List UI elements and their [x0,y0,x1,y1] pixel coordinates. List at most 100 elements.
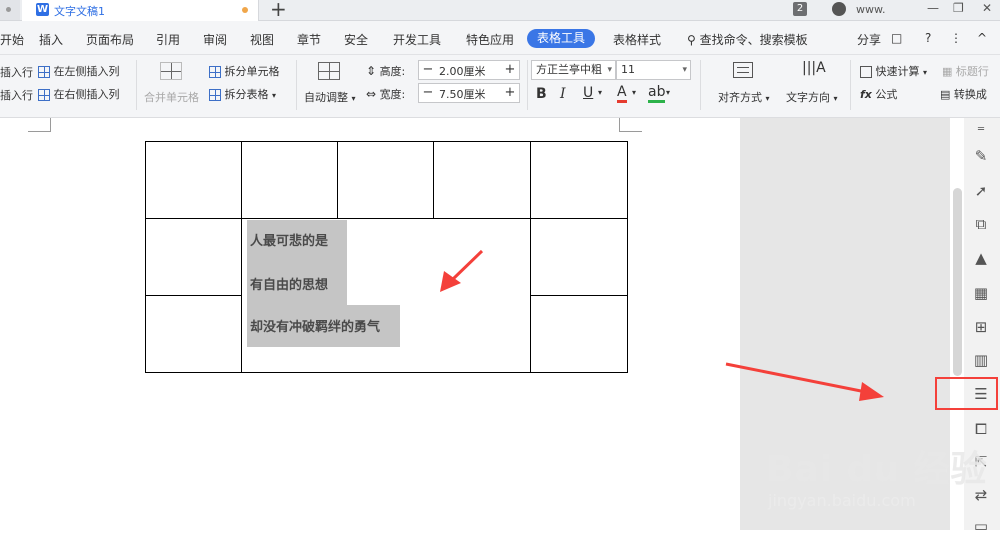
table-cell[interactable] [145,141,242,219]
height-stepper[interactable]: − 2.00厘米 + [418,60,520,80]
table-icon[interactable]: ▦ [971,283,991,303]
height-icon: ⇕ [366,64,377,78]
watermark-logo: Bai du 经验 [766,449,988,490]
table-cell[interactable] [241,141,338,219]
font-size-select[interactable]: 11 ▾ [616,60,691,80]
split-table-button[interactable]: 拆分表格 ▾ [209,86,276,102]
text-line[interactable]: 却没有冲破羁绊的勇气 [250,316,380,335]
restore-icon[interactable]: ❐ [953,1,964,15]
title-row-button[interactable]: ▦ 标题行 [942,63,989,79]
command-search[interactable]: ⚲ 查找命令、搜索模板 [687,31,808,48]
text-direction-icon: |||A [802,60,826,76]
panel-handle-icon[interactable]: ═ [971,120,991,140]
table-fit-icon [318,62,340,80]
shapes-icon[interactable]: ⧉ [971,214,991,234]
help-icon[interactable]: ? [925,31,931,45]
height-value[interactable]: 2.00厘米 [439,63,486,79]
chevron-down-icon[interactable]: ▾ [632,88,636,97]
insert-row-below-button[interactable]: 插入行 [0,87,33,103]
font-color-button[interactable]: A [617,85,627,103]
split-cells-icon [209,66,221,78]
home-tab[interactable] [0,0,20,20]
merge-cells-button[interactable]: 合并单元格 [144,89,199,105]
highlight-button[interactable]: ab [648,85,666,103]
grid-apps-icon[interactable]: ⊞ [971,317,991,337]
insert-row-above-button[interactable]: 插入行 [0,64,33,80]
table-cell[interactable] [145,218,242,296]
menu-table-tools[interactable]: 表格工具 [527,29,595,48]
chevron-down-icon[interactable]: ▾ [666,88,670,97]
menu-security[interactable]: 安全 [344,31,368,48]
height-label-text: 高度: [379,65,406,78]
table-cell[interactable] [433,141,531,219]
width-decrease-button[interactable]: − [419,84,437,102]
menu-references[interactable]: 引用 [156,31,180,48]
minimize-icon[interactable]: — [927,1,939,15]
table-cell[interactable] [530,141,628,219]
table-cell[interactable] [337,141,434,219]
underline-button[interactable]: U [583,85,593,101]
convert-button[interactable]: ▤ 转换成 [940,86,987,102]
menu-special[interactable]: 特色应用 [466,31,514,48]
font-size-value: 11 [621,63,635,76]
menu-page-layout[interactable]: 页面布局 [86,31,134,48]
width-increase-button[interactable]: + [501,84,519,102]
table-cell[interactable] [530,218,628,296]
chart-icon[interactable]: ▥ [971,350,991,370]
quick-calc-button[interactable]: 快速计算 ▾ [860,63,927,79]
more-tools-icon[interactable]: ▭ [971,516,991,536]
text-direction-button[interactable]: 文字方向 ▾ [786,89,838,105]
chevron-down-icon: ▾ [833,94,838,103]
auto-fit-icon [318,62,340,80]
window-count-badge[interactable]: 2 [793,2,807,16]
menu-insert[interactable]: 插入 [39,31,63,48]
user-name[interactable]: www. [856,3,885,16]
font-name-value: 方正兰亭中粗 [536,63,602,76]
collab-icon[interactable]: □ [891,31,902,45]
menu-table-style[interactable]: 表格样式 [613,31,661,48]
height-increase-button[interactable]: + [501,61,519,79]
table-cell[interactable] [530,295,628,373]
image-icon[interactable]: ⧠ [971,419,991,439]
chevron-down-icon[interactable]: ▾ [598,88,602,97]
cursor-icon[interactable]: ➚ [971,181,991,201]
ribbon-divider [850,60,851,110]
calculator-icon [860,66,872,78]
table-cell[interactable] [145,295,242,373]
align-lines-icon [733,62,753,78]
pen-icon[interactable]: ✎ [971,146,991,166]
menu-start[interactable]: 开始 [0,31,24,48]
font-name-select[interactable]: 方正兰亭中粗 ▾ [531,60,616,80]
italic-button[interactable]: I [560,86,566,102]
insert-col-right-button[interactable]: 在右侧插入列 [38,86,120,102]
menu-review[interactable]: 审阅 [203,31,227,48]
align-button[interactable]: 对齐方式 ▾ [718,89,770,105]
menu-developer[interactable]: 开发工具 [393,31,441,48]
close-icon[interactable]: ✕ [982,1,992,15]
width-value[interactable]: 7.50厘米 [439,86,486,102]
formula-button[interactable]: fx 公式 [860,86,897,102]
auto-fit-button[interactable]: 自动调整 ▾ [304,89,356,105]
chevron-down-icon: ▾ [607,65,612,75]
menu-view[interactable]: 视图 [250,31,274,48]
text-line[interactable]: 有自由的思想 [250,274,328,293]
search-icon: ⚲ [687,33,696,47]
new-tab-icon[interactable]: + [270,0,287,21]
vertical-scrollbar[interactable] [953,188,962,376]
document-tab[interactable]: W 文字文稿1 [22,0,259,21]
width-stepper[interactable]: − 7.50厘米 + [418,83,520,103]
height-decrease-button[interactable]: − [419,61,437,79]
share-button[interactable]: 分享 [857,31,881,48]
split-cells-button[interactable]: 拆分单元格 [209,63,280,79]
style-icon[interactable]: ▲ [971,248,991,268]
page-corner-mark [619,118,642,132]
merge-grid-icon [160,62,182,80]
menu-section[interactable]: 章节 [297,31,321,48]
menu-bar: 开始 插入 页面布局 引用 审阅 视图 章节 安全 开发工具 特色应用 表格工具… [0,21,1000,55]
text-line[interactable]: 人最可悲的是 [250,230,328,249]
bold-button[interactable]: B [536,86,547,102]
avatar[interactable] [832,2,846,16]
more-icon[interactable]: ⋮ [950,31,962,45]
insert-col-left-button[interactable]: 在左侧插入列 [38,63,120,79]
collapse-ribbon-icon[interactable]: ^ [977,31,987,45]
